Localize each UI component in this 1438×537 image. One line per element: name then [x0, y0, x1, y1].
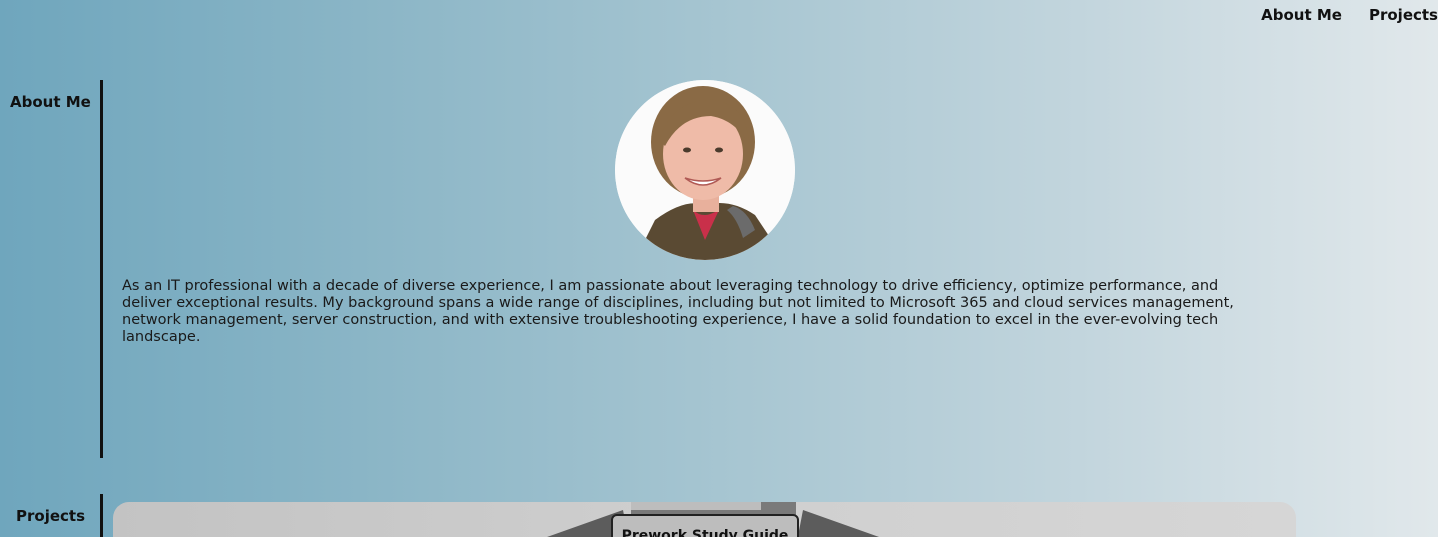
projects-section-divider [100, 494, 103, 537]
project-card: Prework Study Guide [113, 502, 1296, 537]
projects-section-heading: Projects [16, 507, 86, 525]
project-title-button[interactable]: Prework Study Guide [611, 514, 799, 537]
about-section-heading: About Me [10, 93, 91, 111]
nav-link-projects[interactable]: Projects [1369, 6, 1438, 24]
nav-link-about-me[interactable]: About Me [1261, 6, 1342, 24]
about-bio-text: As an IT professional with a decade of d… [122, 278, 1234, 345]
about-section-divider [100, 80, 103, 458]
top-navigation: About Me Projects [1261, 6, 1438, 24]
profile-photo [615, 80, 795, 260]
